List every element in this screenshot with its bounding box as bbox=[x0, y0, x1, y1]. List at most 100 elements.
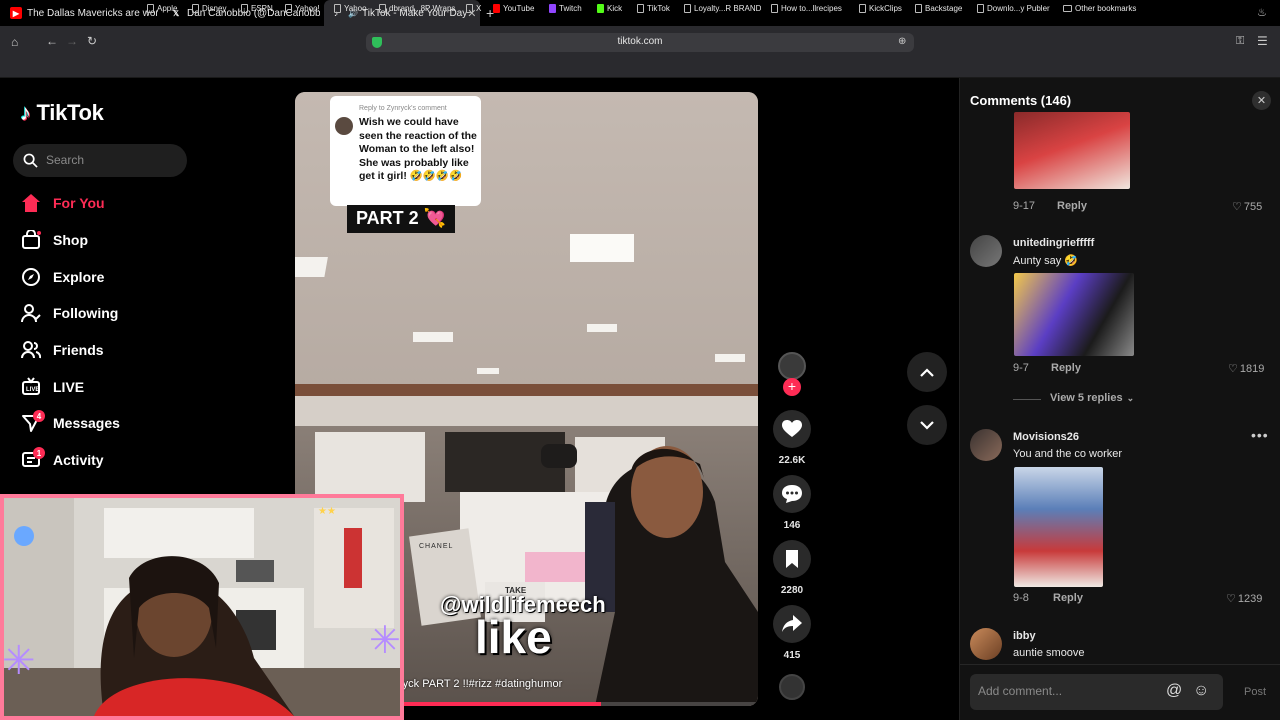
comment-like-button[interactable]: ♡ 1819 bbox=[1228, 362, 1264, 376]
bookmark-item[interactable]: KickClips bbox=[859, 4, 902, 13]
bookmark-item[interactable]: Backstage bbox=[915, 4, 962, 13]
reply-comment-card: Reply to Zynryck's comment Wish we could… bbox=[330, 96, 481, 206]
bookmark-folder[interactable]: Other bookmarks bbox=[1063, 4, 1136, 13]
twitch-icon bbox=[549, 4, 556, 13]
comment-image[interactable] bbox=[1014, 467, 1103, 587]
nav-live[interactable]: LIVE LIVE bbox=[20, 374, 84, 400]
close-icon[interactable]: ✕ bbox=[1252, 91, 1271, 110]
mention-icon[interactable]: @ bbox=[1166, 682, 1182, 700]
browser-tab[interactable]: ▶ The Dallas Mavericks are worse bbox=[6, 0, 158, 26]
more-options-icon[interactable]: ••• bbox=[1251, 427, 1269, 443]
post-button[interactable]: Post bbox=[1244, 686, 1266, 698]
search-placeholder: Search bbox=[46, 153, 85, 167]
bookmark-icon bbox=[915, 4, 922, 13]
bookmark-item[interactable]: Twitch bbox=[549, 4, 582, 13]
comment-username[interactable]: ibby bbox=[1013, 630, 1036, 642]
comment-button[interactable] bbox=[773, 475, 811, 513]
tiktok-logo[interactable]: ♪ TikTok bbox=[20, 100, 104, 126]
reply-button[interactable]: Reply bbox=[1057, 200, 1087, 212]
heart-outline-icon: ♡ bbox=[1226, 593, 1236, 605]
divider bbox=[1013, 399, 1041, 400]
bookmark-item[interactable]: Yahoo! bbox=[285, 4, 320, 13]
comment-icon bbox=[782, 485, 802, 503]
bookmark-item[interactable]: TikTok bbox=[637, 4, 670, 13]
video-description[interactable]: ryck PART 2 !!#rizz #datinghumor bbox=[399, 678, 562, 690]
heart-outline-icon: ♡ bbox=[1232, 201, 1242, 213]
comment-like-button[interactable]: ♡ 755 bbox=[1232, 200, 1262, 214]
creator-avatar[interactable] bbox=[778, 352, 806, 380]
bookmark-icon bbox=[147, 4, 154, 13]
add-comment-placeholder: Add comment... bbox=[978, 684, 1063, 698]
bookmark-item[interactable]: Yahoo bbox=[334, 4, 367, 13]
share-icon[interactable]: ⊕ bbox=[898, 36, 906, 47]
star-decoration: ★★ bbox=[318, 506, 336, 517]
comments-title: Comments (146) bbox=[970, 93, 1072, 108]
next-video-button[interactable] bbox=[907, 405, 947, 445]
webcam-overlay: ✳ ✳ ★★ bbox=[0, 494, 404, 720]
youtube-icon bbox=[493, 4, 500, 13]
bookmark-item[interactable]: ESPN bbox=[241, 4, 273, 13]
nav-explore[interactable]: Explore bbox=[20, 264, 104, 290]
folder-icon bbox=[1063, 5, 1072, 12]
emoji-icon[interactable]: ☺ bbox=[1193, 682, 1209, 700]
chevron-up-icon bbox=[920, 367, 934, 377]
reply-text: Wish we could have seen the reaction of … bbox=[359, 116, 477, 182]
bookmark-item[interactable]: How to...llrecipes bbox=[771, 4, 842, 13]
bookmark-item[interactable]: Loyalty...R BRAND bbox=[684, 4, 761, 13]
bookmark-item[interactable]: YouTube bbox=[493, 4, 534, 13]
comment-like-button[interactable]: ♡ 1239 bbox=[1226, 592, 1262, 606]
comment-date: 9-17 bbox=[1013, 200, 1036, 212]
bookmark-icon bbox=[977, 4, 984, 13]
avatar[interactable] bbox=[970, 235, 1002, 267]
avatar[interactable] bbox=[970, 628, 1002, 660]
bookmark-item[interactable]: Disney bbox=[192, 4, 226, 13]
comment-image[interactable] bbox=[1014, 273, 1134, 356]
home-icon[interactable]: ⌂ bbox=[11, 35, 18, 49]
nav-following[interactable]: Following bbox=[20, 300, 118, 326]
youtube-icon: ▶ bbox=[10, 7, 22, 19]
bookmark-item[interactable]: Downlo...y Publer bbox=[977, 4, 1050, 13]
sound-disc-icon[interactable] bbox=[779, 674, 805, 700]
nav-shop[interactable]: Shop bbox=[20, 227, 88, 253]
comment-username[interactable]: Movisions26 bbox=[1013, 431, 1079, 443]
avatar[interactable] bbox=[970, 429, 1002, 461]
heart-outline-icon: ♡ bbox=[1228, 363, 1238, 375]
reload-icon[interactable]: ↻ bbox=[87, 34, 97, 48]
reply-button[interactable]: Reply bbox=[1053, 592, 1083, 604]
bookmark-icon bbox=[786, 550, 798, 568]
comment-image[interactable] bbox=[1014, 112, 1130, 189]
forward-icon[interactable]: → bbox=[66, 34, 78, 48]
save-button[interactable] bbox=[773, 540, 811, 578]
comment-text: You and the co worker bbox=[1013, 448, 1123, 460]
bookmark-item[interactable]: Kick bbox=[597, 4, 622, 13]
address-bar[interactable]: tiktok.com ⊕ bbox=[366, 33, 914, 52]
comment-text: Aunty say 🤣 bbox=[1013, 255, 1079, 267]
save-count: 2280 bbox=[780, 585, 804, 596]
search-input[interactable] bbox=[13, 144, 187, 177]
reply-button[interactable]: Reply bbox=[1051, 362, 1081, 374]
share-icon bbox=[782, 615, 802, 632]
like-button[interactable] bbox=[773, 410, 811, 448]
view-replies-button[interactable]: View 5 replies ⌄ bbox=[1050, 392, 1134, 404]
bookmark-icon bbox=[859, 4, 866, 13]
share-button[interactable] bbox=[773, 605, 811, 643]
heart-icon bbox=[782, 420, 802, 437]
previous-video-button[interactable] bbox=[907, 352, 947, 392]
share-count: 415 bbox=[783, 650, 801, 661]
nav-for-you[interactable]: For You bbox=[20, 190, 105, 216]
url-text: tiktok.com bbox=[617, 36, 663, 47]
follow-plus-icon[interactable]: + bbox=[783, 378, 801, 396]
following-icon bbox=[20, 302, 42, 324]
back-icon[interactable]: ← bbox=[46, 34, 58, 48]
home-icon bbox=[20, 192, 42, 214]
comment-username[interactable]: unitedingriefffff bbox=[1013, 237, 1094, 249]
nav-friends[interactable]: Friends bbox=[20, 337, 104, 363]
avatar bbox=[335, 117, 353, 135]
key-icon[interactable]: ⚿ bbox=[1236, 35, 1244, 48]
bookmark-item[interactable]: X bbox=[466, 4, 481, 13]
bookmark-item[interactable]: Apple bbox=[147, 4, 177, 13]
menu-icon[interactable]: ☰ bbox=[1257, 34, 1268, 48]
shop-icon bbox=[20, 229, 42, 251]
kick-icon bbox=[597, 4, 604, 13]
bookmark-item[interactable]: dbrand...8P Wraps bbox=[379, 4, 455, 13]
